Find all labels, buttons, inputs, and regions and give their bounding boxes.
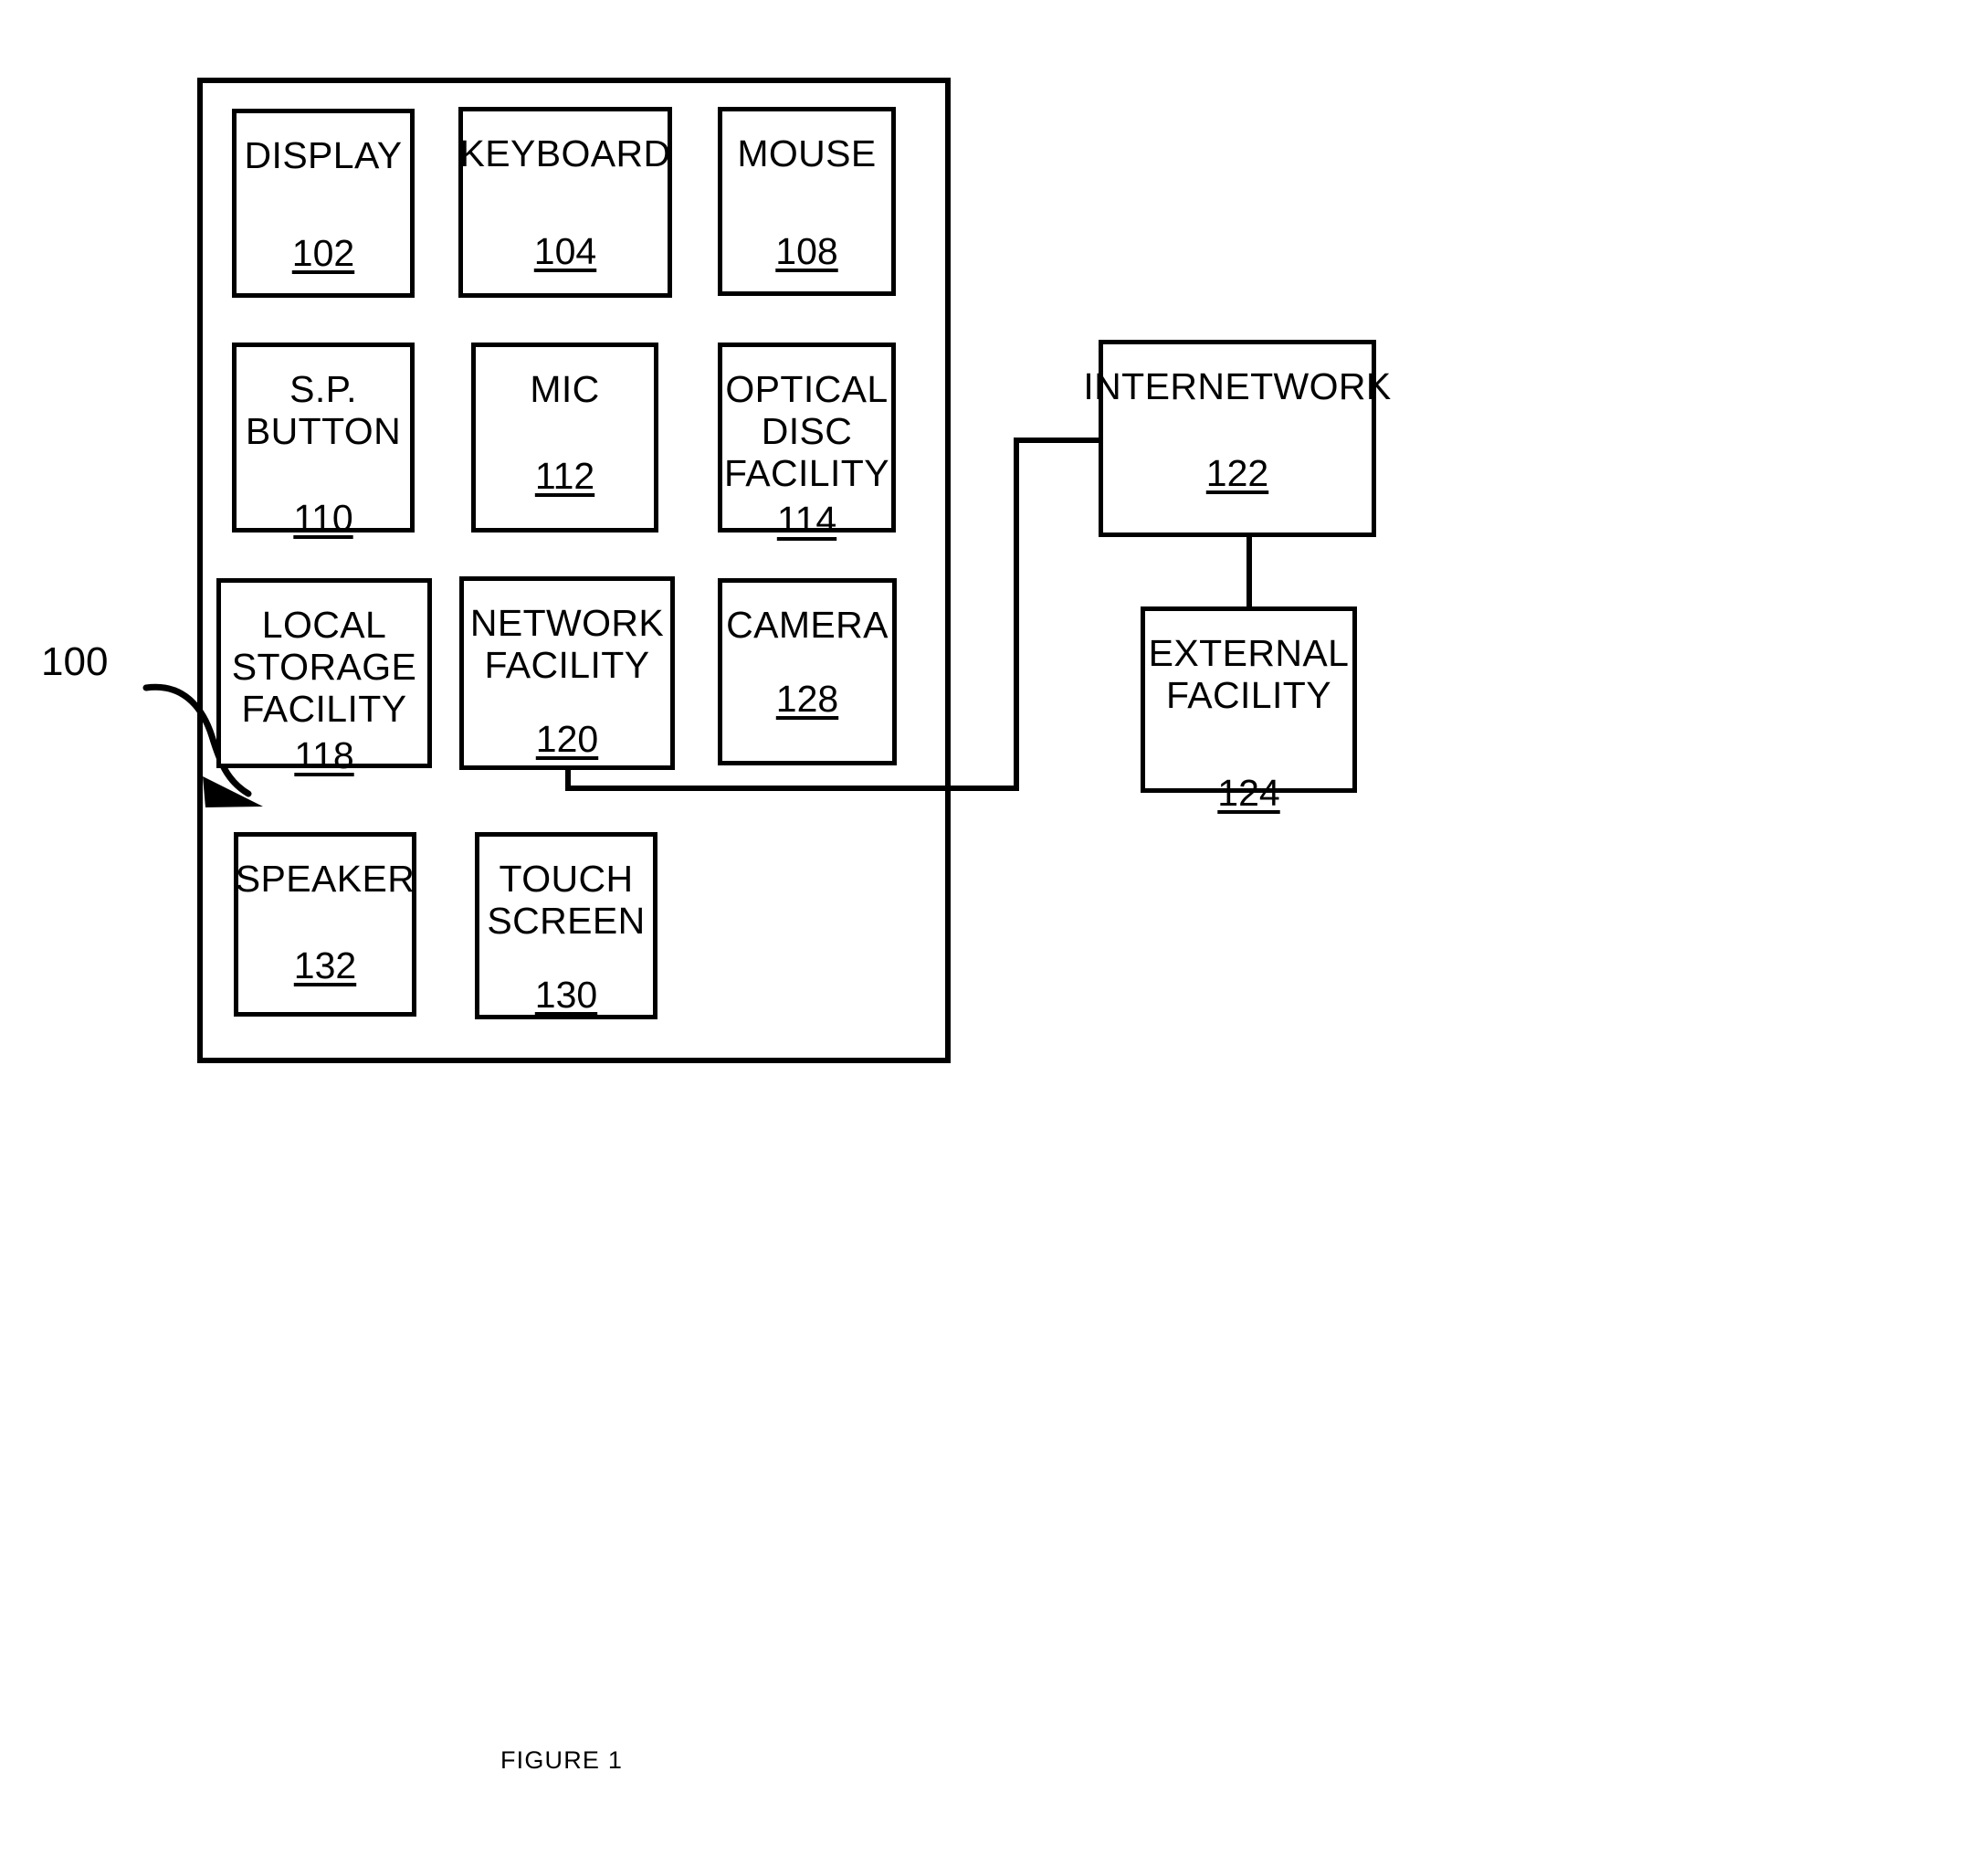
- block-local-storage-label: LOCAL STORAGE FACILITY: [231, 604, 417, 730]
- block-speaker[interactable]: SPEAKER 132: [234, 832, 416, 1017]
- block-external-facility[interactable]: EXTERNAL FACILITY 124: [1141, 606, 1357, 814]
- block-internetwork-ref: 122: [1205, 451, 1269, 494]
- block-internetwork-label: INTERNETWORK: [1083, 365, 1392, 407]
- block-mouse[interactable]: MOUSE 108: [718, 107, 896, 296]
- block-display[interactable]: DISPLAY 102: [232, 109, 415, 298]
- block-keyboard-ref: 104: [533, 229, 597, 272]
- block-touch-screen[interactable]: TOUCH SCREEN 130: [475, 832, 657, 1019]
- block-mic-label: MIC: [530, 368, 600, 410]
- block-mouse-label: MOUSE: [737, 132, 877, 174]
- block-local-storage-ref: 118: [294, 733, 354, 776]
- block-sp-button-label: S.P. BUTTON: [245, 368, 402, 452]
- block-external-facility-label: EXTERNAL FACILITY: [1148, 632, 1350, 716]
- system-reference-numeral: 100: [41, 639, 109, 684]
- block-optical-disc-ref: 114: [776, 498, 837, 541]
- block-display-label: DISPLAY: [244, 134, 403, 176]
- block-network-facility-ref: 120: [535, 717, 599, 760]
- block-mic-ref: 112: [534, 454, 595, 497]
- block-optical-disc[interactable]: OPTICAL DISC FACILITY 114: [718, 343, 896, 541]
- block-network-facility[interactable]: NETWORK FACILITY 120: [459, 576, 675, 770]
- block-display-ref: 102: [291, 231, 355, 274]
- figure-diagram: DISPLAY 102 KEYBOARD 104 MOUSE 108 S.P. …: [0, 0, 1988, 1856]
- block-speaker-label: SPEAKER: [235, 858, 415, 900]
- block-touch-screen-label: TOUCH SCREEN: [487, 858, 646, 942]
- block-camera-ref: 128: [775, 677, 839, 720]
- block-external-facility-ref: 124: [1217, 771, 1280, 814]
- block-mic[interactable]: MIC 112: [471, 343, 658, 533]
- block-camera[interactable]: CAMERA 128: [718, 578, 897, 765]
- block-mouse-ref: 108: [775, 229, 838, 272]
- block-local-storage[interactable]: LOCAL STORAGE FACILITY 118: [216, 578, 432, 776]
- block-speaker-ref: 132: [293, 944, 357, 986]
- block-sp-button[interactable]: S.P. BUTTON 110: [232, 343, 415, 539]
- block-camera-label: CAMERA: [726, 604, 889, 646]
- block-keyboard[interactable]: KEYBOARD 104: [458, 107, 672, 298]
- block-sp-button-ref: 110: [293, 496, 353, 539]
- block-network-facility-label: NETWORK FACILITY: [469, 602, 665, 686]
- block-internetwork[interactable]: INTERNETWORK 122: [1083, 340, 1391, 537]
- block-keyboard-label: KEYBOARD: [459, 132, 671, 174]
- block-touch-screen-ref: 130: [534, 973, 598, 1016]
- figure-caption: FIGURE 1: [500, 1746, 624, 1774]
- block-optical-disc-label: OPTICAL DISC FACILITY: [724, 368, 889, 494]
